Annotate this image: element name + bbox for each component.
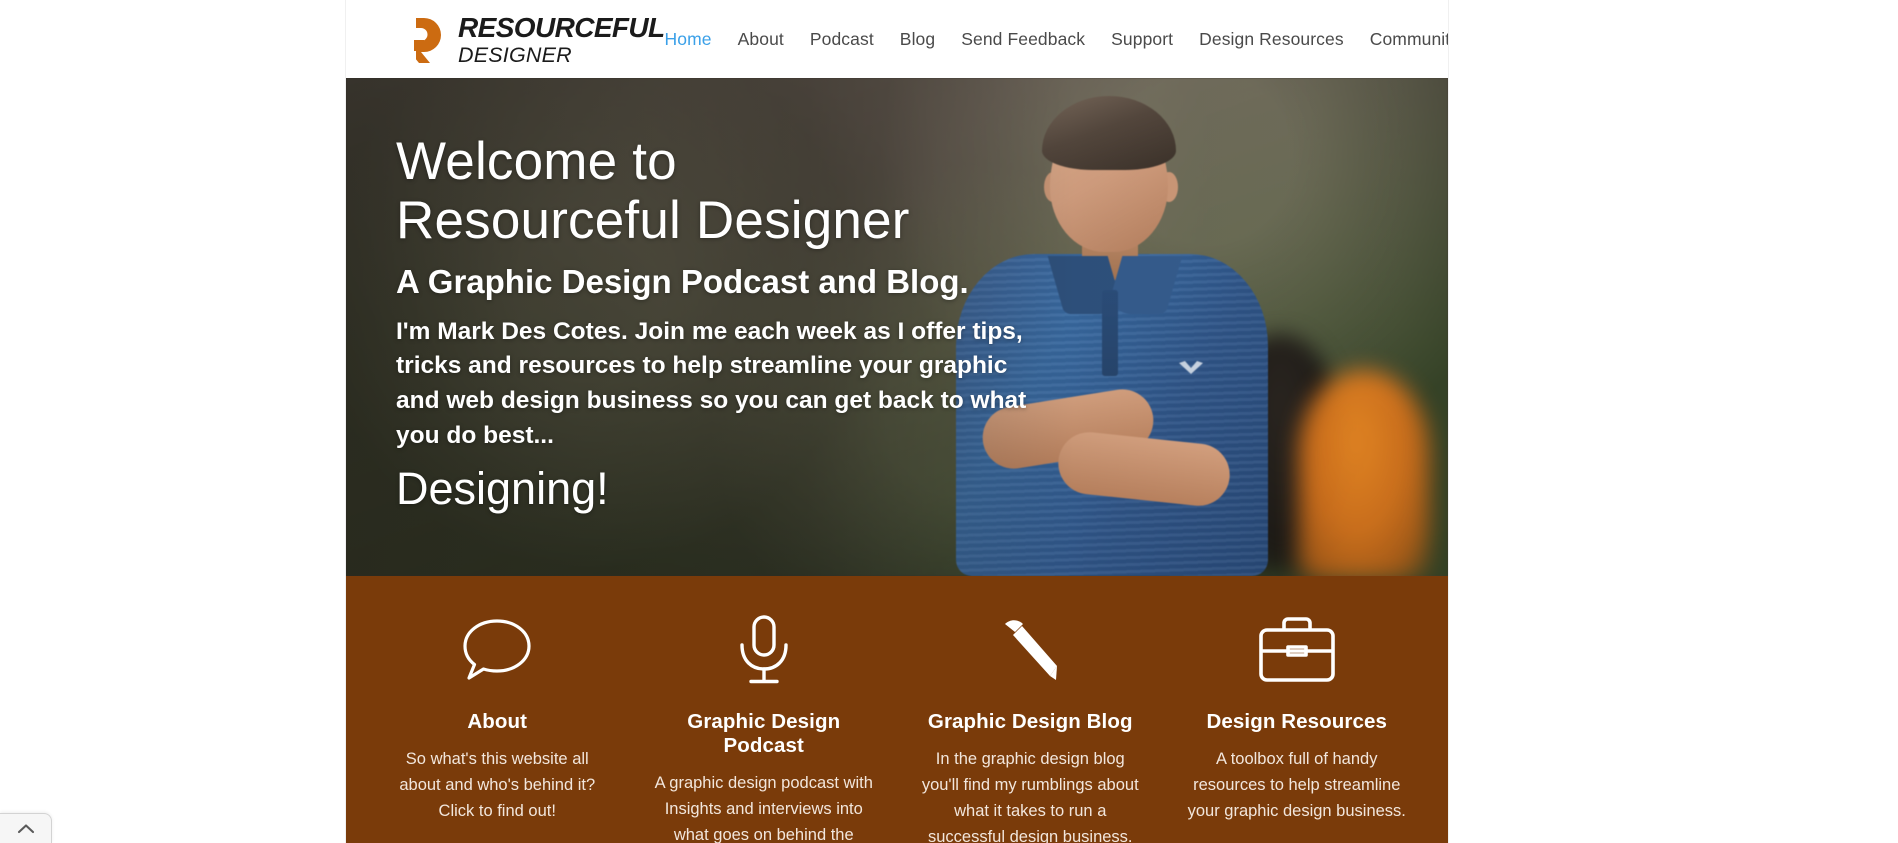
nav-item-home[interactable]: Home (665, 29, 712, 50)
nav-item-community-label: Community (1369, 28, 1448, 49)
nav-item-support[interactable]: Support (1111, 29, 1173, 50)
briefcase-icon (1258, 617, 1335, 682)
feature-card-podcast[interactable]: Graphic Design Podcast A graphic design … (631, 612, 898, 843)
nav-item-design-resources[interactable]: Design Resources (1199, 29, 1344, 50)
hero-content: Welcome to Resourceful Designer A Graphi… (396, 132, 1096, 513)
features-section: About So what's this website all about a… (346, 576, 1448, 843)
hero-section: Welcome to Resourceful Designer A Graphi… (346, 78, 1448, 576)
hero-title: Welcome to Resourceful Designer (396, 132, 1096, 251)
feature-icon-wrap (649, 612, 880, 688)
nav-item-send-feedback[interactable]: Send Feedback (961, 29, 1085, 50)
feature-title: About (467, 710, 528, 733)
nav-item-community[interactable]: Community (1370, 29, 1448, 50)
microphone-icon (740, 615, 788, 684)
resourceful-designer-mark-icon (407, 17, 441, 63)
feature-icon-wrap (382, 612, 613, 688)
hero-subtitle: A Graphic Design Podcast and Blog. (396, 262, 969, 300)
hero-title-line-2: Resourceful Designer (396, 191, 910, 251)
nav-item-podcast[interactable]: Podcast (810, 29, 874, 50)
hero-title-line-1: Welcome to (396, 132, 677, 191)
site-logo-line-1: RESOURCEFUL (458, 11, 665, 43)
website-page: RESOURCEFUL DESIGNER Home About Podcast … (346, 0, 1448, 843)
site-header: RESOURCEFUL DESIGNER Home About Podcast … (346, 0, 1448, 78)
chevron-up-icon (17, 824, 34, 834)
nav-item-about[interactable]: About (738, 29, 784, 50)
feature-title: Graphic Design Blog (927, 710, 1133, 733)
feature-title: Graphic Design Podcast (687, 710, 841, 757)
speech-bubble-icon (463, 619, 531, 680)
pencil-icon (1005, 620, 1058, 680)
site-logo-line-2: DESIGNER (458, 42, 572, 67)
feature-text: A graphic design podcast with Insights a… (654, 774, 873, 843)
feature-icon-wrap (1182, 612, 1413, 688)
feature-title: Design Resources (1206, 710, 1387, 733)
hero-body-text: I'm Mark Des Cotes. Join me each week as… (396, 317, 1027, 449)
browser-viewport: RESOURCEFUL DESIGNER Home About Podcast … (0, 0, 1898, 843)
nav-item-blog[interactable]: Blog (900, 29, 935, 50)
feature-card-resources[interactable]: Design Resources A toolbox full of handy… (1164, 612, 1431, 843)
feature-text: A toolbox full of handy resources to hel… (1187, 750, 1406, 821)
site-logo[interactable]: RESOURCEFUL DESIGNER (404, 12, 665, 67)
feature-text: So what's this website all about and who… (399, 750, 596, 821)
site-logo-wordmark: RESOURCEFUL DESIGNER (458, 12, 665, 67)
feature-card-blog[interactable]: Graphic Design Blog In the graphic desig… (897, 612, 1164, 843)
main-navigation: Home About Podcast Blog Send Feedback Su… (665, 26, 1448, 52)
show-all-downloads-button[interactable] (0, 813, 52, 843)
feature-text: In the graphic design blog you'll find m… (921, 750, 1139, 843)
feature-icon-wrap (915, 612, 1146, 688)
hero-tagline: Designing! (396, 462, 609, 514)
feature-card-about[interactable]: About So what's this website all about a… (364, 612, 631, 843)
